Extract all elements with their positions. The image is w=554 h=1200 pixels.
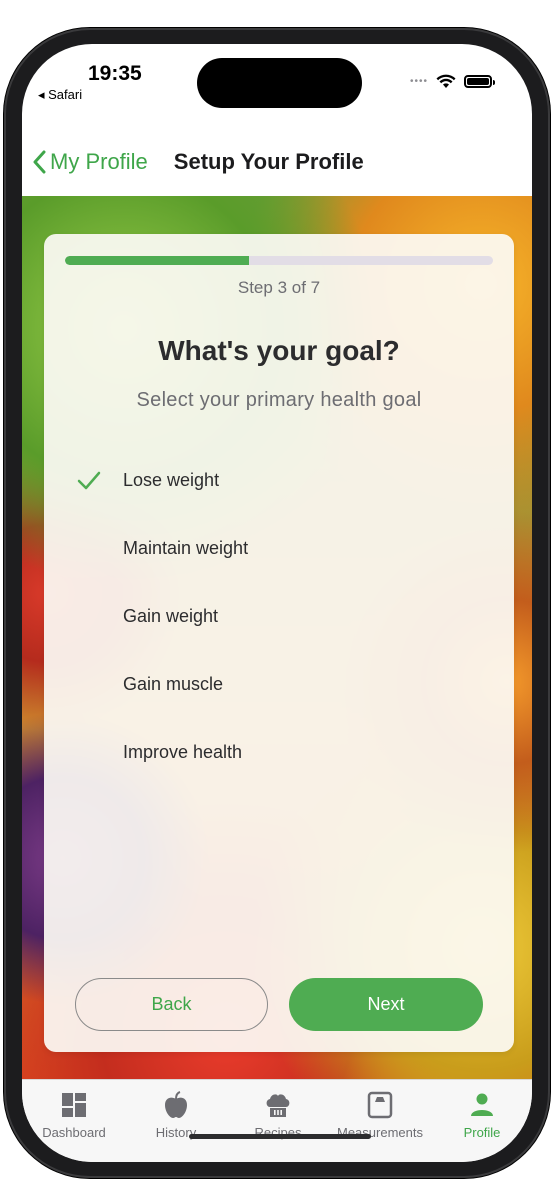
tab-label: Profile — [463, 1125, 501, 1140]
tab-recipes[interactable]: Recipes — [228, 1090, 328, 1140]
chef-hat-icon — [266, 1094, 290, 1117]
person-icon — [471, 1093, 493, 1116]
option-label: Improve health — [123, 741, 243, 762]
tab-measurements[interactable]: Measurements — [330, 1090, 430, 1140]
option-label: Gain weight — [123, 605, 219, 626]
status-back-app[interactable]: ◂ Safari — [38, 87, 82, 103]
dashboard-icon — [62, 1093, 86, 1117]
checkmark-icon — [77, 471, 101, 490]
chevron-left-icon — [33, 150, 46, 174]
option-improve-health[interactable]: Improve health — [44, 718, 514, 786]
battery-icon — [464, 75, 495, 88]
scale-icon — [367, 1091, 393, 1119]
tab-label: Dashboard — [42, 1125, 106, 1140]
step-label: Step 3 of 7 — [237, 278, 321, 297]
progress-fill — [65, 256, 250, 265]
tab-dashboard[interactable]: Dashboard — [24, 1090, 124, 1140]
option-gain-muscle[interactable]: Gain muscle — [44, 650, 514, 718]
option-label: Maintain weight — [123, 537, 249, 558]
back-label: My Profile — [50, 149, 148, 174]
tab-history[interactable]: History — [126, 1090, 226, 1140]
back-button[interactable]: Back — [75, 978, 268, 1031]
goal-card: Step 3 of 7 What's your goal? Select you… — [44, 234, 514, 1052]
screen: 19:35 ◂ Safari •••• My Profile Setup You… — [22, 44, 532, 1162]
apple-icon — [165, 1091, 187, 1118]
option-label: Lose weight — [123, 469, 220, 490]
status-indicators: •••• — [409, 74, 495, 89]
signal-icon: •••• — [409, 76, 428, 87]
next-button[interactable]: Next — [289, 978, 483, 1031]
option-lose-weight[interactable]: Lose weight — [44, 446, 514, 514]
option-maintain-weight[interactable]: Maintain weight — [44, 514, 514, 582]
back-to-profile-button[interactable]: My Profile — [32, 149, 148, 175]
status-time: 19:35 — [88, 62, 142, 85]
question-subtitle: Select your primary health goal — [136, 389, 422, 411]
navigation-bar: My Profile Setup Your Profile — [22, 128, 532, 196]
page-title: Setup Your Profile — [173, 149, 364, 174]
goal-options-list: Lose weight Maintain weight Gain weight … — [44, 446, 514, 786]
tab-profile[interactable]: Profile — [432, 1090, 532, 1140]
option-gain-weight[interactable]: Gain weight — [44, 582, 514, 650]
progress-bar — [65, 256, 493, 265]
option-label: Gain muscle — [123, 673, 224, 694]
wifi-icon — [436, 74, 456, 88]
home-indicator — [189, 1134, 371, 1139]
question-title: What's your goal? — [158, 335, 400, 366]
dynamic-island — [197, 58, 362, 108]
tab-bar: Dashboard History Recipes Measurements P… — [22, 1079, 532, 1162]
phone-frame: 19:35 ◂ Safari •••• My Profile Setup You… — [4, 28, 550, 1178]
